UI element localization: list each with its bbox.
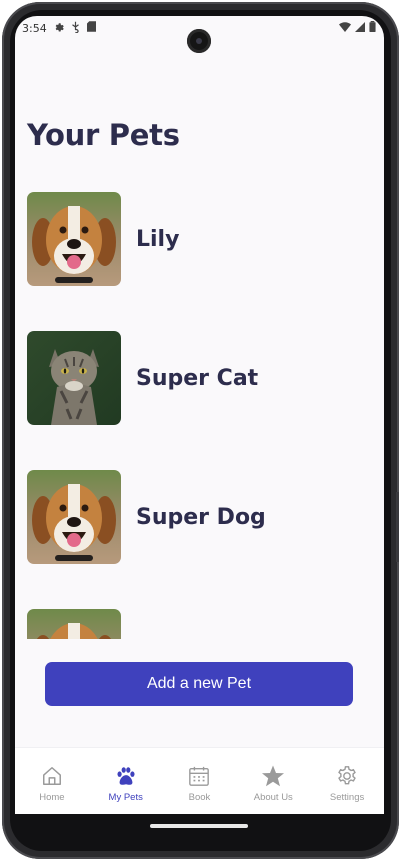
nav-item-settings[interactable]: Settings xyxy=(314,764,380,803)
usb-icon xyxy=(71,21,80,36)
bottom-nav: Home My Pets Book About Us Settings xyxy=(15,747,384,814)
pet-list[interactable]: Lily Super Cat Super Dog xyxy=(15,192,384,639)
pet-list-item[interactable]: Super Cat xyxy=(27,331,367,425)
app-screen: 3:54 Your Pets Lily Super Cat Super Dog … xyxy=(15,16,384,814)
pet-photo-dog xyxy=(27,470,121,564)
nav-label: Home xyxy=(39,792,65,803)
nav-label: Book xyxy=(188,792,211,803)
star-icon xyxy=(261,764,285,788)
pet-name: Super Dog xyxy=(136,504,266,530)
nav-item-home[interactable]: Home xyxy=(19,764,85,803)
add-pet-button[interactable]: Add a new Pet xyxy=(45,662,353,706)
nav-item-my-pets[interactable]: My Pets xyxy=(93,764,159,803)
nav-item-about-us[interactable]: About Us xyxy=(240,764,306,803)
battery-icon xyxy=(369,21,376,35)
pet-name: Lily xyxy=(136,226,180,252)
nav-label: About Us xyxy=(253,792,293,803)
pet-photo-dog xyxy=(27,609,121,639)
signal-icon xyxy=(355,21,365,35)
pet-photo-cat xyxy=(27,331,121,425)
paw-icon xyxy=(115,764,137,788)
nav-label: Settings xyxy=(329,792,365,803)
front-camera xyxy=(187,29,211,53)
calendar-icon xyxy=(188,764,210,788)
nav-label: My Pets xyxy=(108,792,143,803)
home-icon xyxy=(41,764,63,788)
pet-list-item[interactable]: Lily xyxy=(27,192,367,286)
gear-icon xyxy=(336,764,358,788)
pet-list-item[interactable] xyxy=(27,609,367,639)
pet-name: Super Cat xyxy=(136,365,259,391)
page-title: Your Pets xyxy=(27,118,180,152)
side-button xyxy=(396,492,399,562)
wifi-icon xyxy=(339,21,351,35)
gesture-bar[interactable] xyxy=(150,824,248,828)
status-time: 3:54 xyxy=(22,21,47,35)
gear-icon xyxy=(53,21,64,35)
pet-list-item[interactable]: Super Dog xyxy=(27,470,367,564)
nav-item-book[interactable]: Book xyxy=(166,764,232,803)
sd-card-icon xyxy=(86,21,96,35)
pet-photo-dog xyxy=(27,192,121,286)
